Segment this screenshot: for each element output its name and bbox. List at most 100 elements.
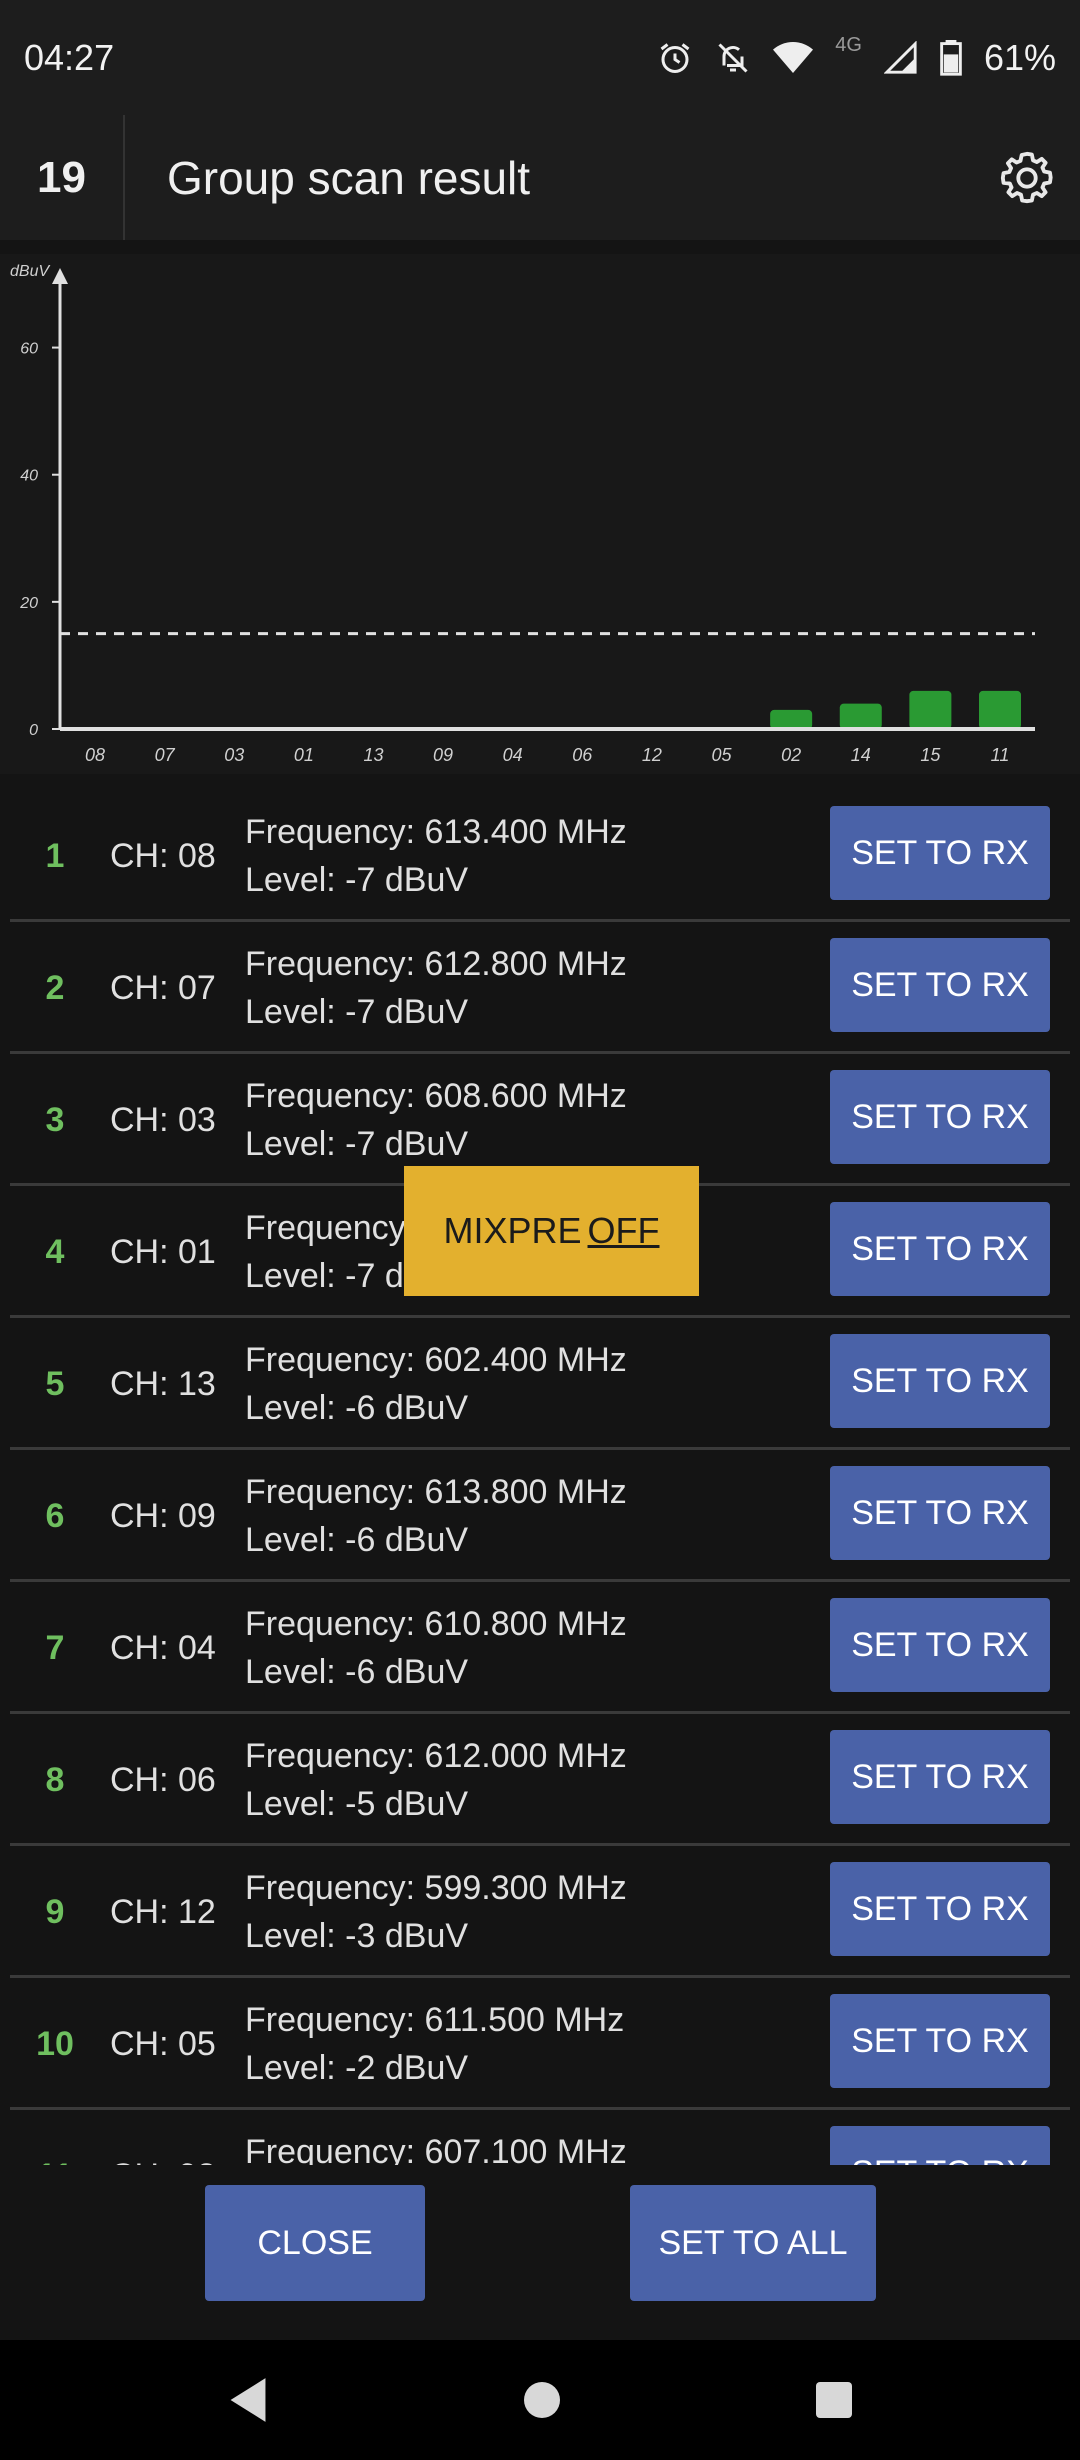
x-tick-label-15: 15: [920, 745, 941, 765]
group-number: 19: [0, 115, 125, 240]
y-tick-label-0: 0: [29, 722, 38, 739]
row-level: Level: -7 dBuV: [245, 993, 469, 1031]
close-button[interactable]: CLOSE: [205, 2185, 425, 2301]
bar-11: [979, 690, 1021, 729]
row-channel: CH: 05: [110, 2024, 216, 2063]
mixpre-toast: MIXPRE OFF: [404, 1166, 699, 1296]
bar-14: [839, 703, 882, 729]
row-info: Frequency: 611.500 MHz Level: -2 dBuV: [245, 1996, 624, 2092]
set-to-all-button[interactable]: SET TO ALL: [630, 2185, 876, 2301]
row-frequency: Frequency: 599.300 MHz: [245, 1869, 627, 1907]
row-info: Frequency: 599.300 MHz Level: -3 dBuV: [245, 1864, 627, 1960]
row-channel: CH: 01: [110, 1232, 216, 1271]
back-icon[interactable]: [226, 2376, 270, 2424]
row-channel: CH: 06: [110, 1760, 216, 1799]
row-info: Frequency: 613.400 MHz Level: -7 dBuV: [245, 808, 627, 904]
row-info: Frequency: 612.000 MHz Level: -5 dBuV: [245, 1732, 627, 1828]
network-type: 4G: [835, 34, 862, 56]
row-info: Frequency: 608.600 MHz Level: -7 dBuV: [245, 1072, 627, 1168]
row-channel: CH: 04: [110, 1628, 216, 1667]
row-channel: CH: 08: [110, 836, 216, 875]
x-tick-label-14: 14: [851, 745, 871, 765]
channel-row: 9 CH: 12 Frequency: 599.300 MHz Level: -3 d…: [10, 1846, 1070, 1978]
row-index: 3: [45, 1100, 65, 1139]
scan-chart: dBuV 0 20 40 60 08 07 03 01 13 09 04 06 12 05 02 14 15 1…: [0, 254, 1080, 774]
row-index: 4: [45, 1232, 65, 1271]
row-level: Level: -7 dBuV: [245, 1125, 469, 1163]
set-to-rx-button[interactable]: SET TO RX: [830, 1598, 1050, 1692]
status-bar: 04:27 4G 61%: [0, 0, 1080, 115]
x-tick-label-06: 06: [572, 745, 593, 765]
recents-icon[interactable]: [814, 2380, 854, 2420]
x-tick-label-13: 13: [363, 745, 383, 765]
row-index: 9: [45, 1892, 65, 1931]
set-to-rx-button[interactable]: SET TO RX: [830, 1466, 1050, 1560]
battery-icon: [940, 39, 962, 76]
x-tick-label-02: 02: [781, 745, 801, 765]
system-nav-bar: [0, 2340, 1080, 2460]
channel-list[interactable]: 1 CH: 08 Frequency: 613.400 MHz Level: -7 d…: [0, 790, 1080, 2165]
channel-row: 8 CH: 06 Frequency: 612.000 MHz Level: -5 d…: [10, 1714, 1070, 1846]
row-index: 5: [45, 1364, 65, 1403]
set-to-rx-button[interactable]: SET TO RX: [830, 1202, 1050, 1296]
row-info: Frequency: 607.100 MHz: [245, 2128, 627, 2165]
row-channel: CH: 12: [110, 1892, 216, 1931]
row-level: Level: -6 dBuV: [245, 1389, 469, 1427]
row-index: 2: [45, 968, 65, 1007]
row-frequency: Frequency: 613.800 MHz: [245, 1473, 627, 1511]
set-to-rx-button[interactable]: SET TO RX: [830, 1994, 1050, 2088]
notifications-off-icon: [718, 42, 748, 73]
row-index: 11: [10, 2110, 100, 2166]
y-tick-label-40: 40: [20, 468, 38, 485]
row-channel: CH: 09: [110, 1496, 216, 1535]
footer-actions: CLOSE SET TO ALL: [0, 2165, 1080, 2340]
home-icon[interactable]: [522, 2380, 562, 2420]
row-level: Level: -3 dBuV: [245, 1917, 469, 1955]
settings-gear-icon[interactable]: [998, 149, 1056, 207]
row-info: Frequency: 613.800 MHz Level: -6 dBuV: [245, 1468, 627, 1564]
status-time: 04:27: [24, 36, 115, 78]
set-to-rx-button[interactable]: SET TO RX: [830, 1070, 1050, 1164]
set-to-rx-button[interactable]: SET TO RX: [830, 1862, 1050, 1956]
row-frequency: Frequency: 612.000 MHz: [245, 1737, 627, 1775]
row-index: 10: [36, 2024, 74, 2063]
x-tick-label-03: 03: [224, 745, 244, 765]
row-frequency: Frequency: 608.600 MHz: [245, 1077, 627, 1115]
channel-row: 1 CH: 08 Frequency: 613.400 MHz Level: -7 d…: [10, 790, 1070, 922]
row-frequency: Frequency: 612.800 MHz: [245, 945, 627, 983]
row-channel: CH: 03: [110, 1100, 216, 1139]
row-frequency: Frequency: 613.400 MHz: [245, 813, 627, 851]
channel-row: 11CH: 02 Frequency: 607.100 MHz SET TO RX: [10, 2110, 1070, 2165]
x-tick-label-09: 09: [433, 745, 453, 765]
set-to-rx-button[interactable]: SET TO RX: [830, 806, 1050, 900]
x-tick-label-05: 05: [712, 745, 733, 765]
set-to-rx-button[interactable]: SET TO RX: [830, 1730, 1050, 1824]
row-index: 7: [45, 1628, 65, 1667]
row-info: Frequency: 612.800 MHz Level: -7 dBuV: [245, 940, 627, 1036]
row-frequency: Frequency: 610.800 MHz: [245, 1605, 627, 1643]
row-frequency: Frequency: 602.400 MHz: [245, 1341, 627, 1379]
battery-percent: 61%: [983, 36, 1056, 78]
row-level: Level: -7 dBuV: [245, 861, 469, 899]
row-channel: CH: 07: [110, 968, 216, 1007]
x-tick-label-11: 11: [991, 745, 1010, 765]
row-index: 1: [45, 836, 65, 875]
row-level: Level: -2 dBuV: [245, 2049, 469, 2087]
channel-row: 10 CH: 05 Frequency: 611.500 MHz Level: -2 …: [10, 1978, 1070, 2110]
set-to-rx-button[interactable]: SET TO RX: [830, 938, 1050, 1032]
toast-state: OFF: [587, 1210, 660, 1251]
y-tick-label-60: 60: [20, 341, 38, 358]
page-title: Group scan result: [167, 151, 531, 204]
y-axis-label: dBuV: [10, 263, 50, 280]
set-to-rx-button[interactable]: SET TO RX: [830, 1334, 1050, 1428]
x-tick-label-12: 12: [642, 745, 662, 765]
y-axis-arrow: [52, 268, 68, 284]
row-info: Frequency: 602.400 MHz Level: -6 dBuV: [245, 1336, 627, 1432]
row-info: Frequency: 610.800 MHz Level: -6 dBuV: [245, 1600, 627, 1696]
set-to-rx-button[interactable]: SET TO RX: [830, 2126, 1050, 2165]
row-frequency: Frequency: 611.500 MHz: [245, 2001, 625, 2039]
bar-15: [909, 690, 952, 729]
wifi-icon: [773, 41, 814, 73]
row-index: 6: [45, 1496, 65, 1535]
channel-row: 2 CH: 07 Frequency: 612.800 MHz Level: -7 d…: [10, 922, 1070, 1054]
